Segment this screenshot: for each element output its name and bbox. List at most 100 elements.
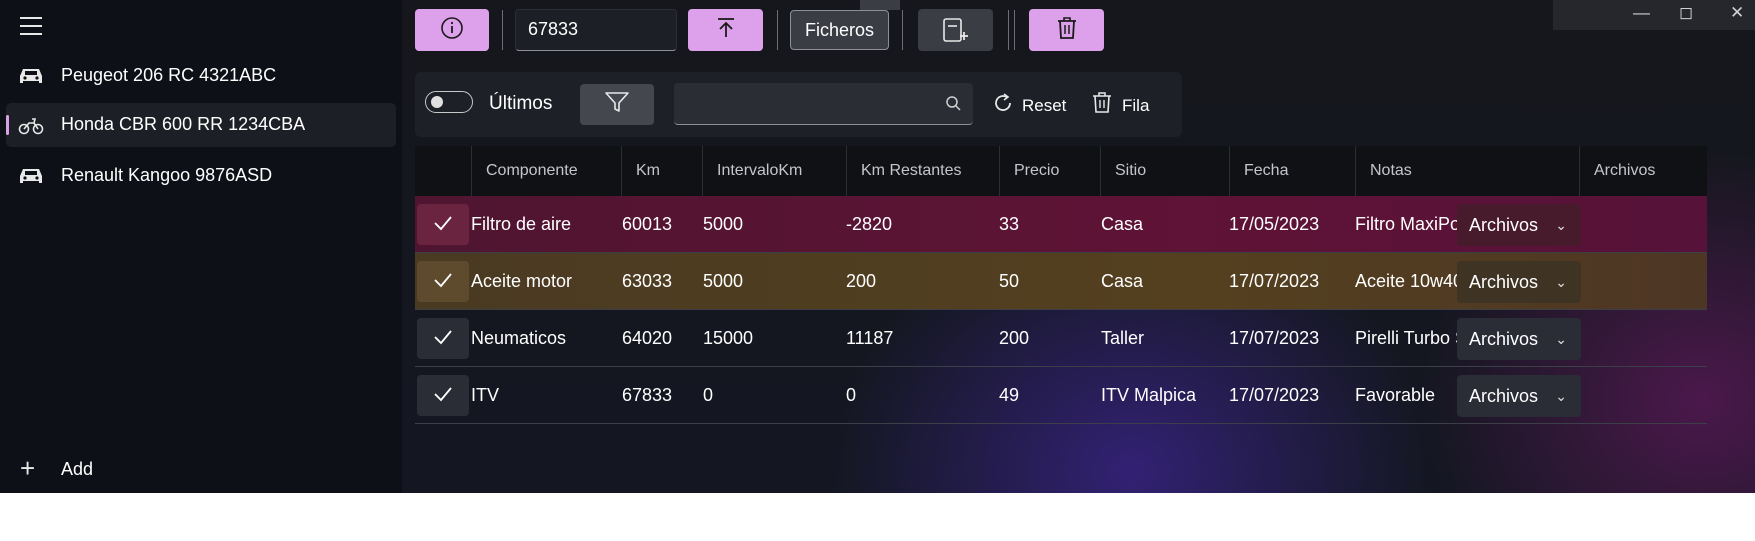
- cell-notas: Favorable: [1355, 385, 1436, 405]
- cell-intervalo: 0: [703, 385, 714, 405]
- table-row[interactable]: Filtro de aire 60013 5000 -2820 33 Casa 17/05/…: [415, 196, 1707, 253]
- cell-componente: Aceite motor: [471, 271, 573, 291]
- info-button[interactable]: [415, 9, 489, 51]
- row-checkbox[interactable]: [417, 204, 469, 245]
- cell-fecha: 17/07/2023: [1229, 328, 1320, 348]
- ultimos-toggle[interactable]: [425, 91, 473, 113]
- upload-icon: [715, 16, 737, 45]
- row-checkbox[interactable]: [417, 318, 469, 359]
- toolbar-separator: [1008, 10, 1009, 50]
- chevron-down-icon: ⌄: [1555, 217, 1567, 233]
- table-row[interactable]: Neumaticos 64020 15000 11187 200 Taller 17/07/…: [415, 310, 1707, 367]
- refresh-icon: [992, 92, 1014, 119]
- cell-intervalo: 5000: [703, 271, 744, 291]
- search-input[interactable]: [674, 83, 973, 125]
- column-header-componente[interactable]: Componente: [471, 146, 578, 196]
- row-checkbox[interactable]: [417, 375, 469, 416]
- archivos-label: Archivos: [1469, 386, 1539, 406]
- close-icon[interactable]: ✕: [1730, 3, 1744, 23]
- archivos-label: Archivos: [1469, 215, 1539, 235]
- cell-precio: 200: [999, 328, 1030, 348]
- toolbar-separator: [1014, 10, 1015, 50]
- motorcycle-icon: [18, 113, 44, 137]
- cell-restantes: 200: [846, 271, 877, 291]
- sidebar-item-label: Peugeot 206 RC 4321ABC: [61, 65, 277, 85]
- column-header-precio[interactable]: Precio: [999, 146, 1059, 196]
- cell-km: 63033: [622, 271, 673, 291]
- cell-restantes: -2820: [846, 214, 893, 234]
- check-icon: [434, 216, 452, 231]
- row-checkbox[interactable]: [417, 261, 469, 302]
- new-document-icon: [942, 17, 970, 48]
- trash-icon: [1056, 16, 1078, 45]
- search-icon[interactable]: [945, 95, 961, 116]
- km-input[interactable]: 67833: [515, 9, 677, 51]
- sidebar-item-label: Renault Kangoo 9876ASD: [61, 165, 273, 185]
- toolbar-separator: [902, 10, 903, 50]
- plus-icon: +: [20, 453, 36, 483]
- toolbar-separator: [777, 10, 778, 50]
- trash-icon: [1092, 92, 1112, 119]
- column-header-notas[interactable]: Notas: [1355, 146, 1412, 196]
- column-header-archivos[interactable]: Archivos: [1579, 146, 1655, 196]
- filter-icon: [604, 90, 630, 119]
- sidebar-item-peugeot[interactable]: Peugeot 206 RC 4321ABC: [6, 54, 396, 98]
- cell-fecha: 17/05/2023: [1229, 214, 1320, 234]
- cell-intervalo: 15000: [703, 328, 754, 348]
- check-icon: [434, 273, 452, 288]
- archivos-dropdown[interactable]: Archivos ⌄: [1457, 261, 1581, 303]
- maximize-icon[interactable]: ◻: [1679, 3, 1693, 23]
- cell-km: 64020: [622, 328, 673, 348]
- chevron-down-icon: ⌄: [1555, 274, 1567, 290]
- column-header-select: [415, 146, 471, 196]
- cell-componente: Neumaticos: [471, 328, 567, 348]
- reset-label: Reset: [1022, 95, 1067, 115]
- column-header-sitio[interactable]: Sitio: [1100, 146, 1146, 196]
- cell-sitio: Taller: [1101, 328, 1145, 348]
- cell-sitio: Casa: [1101, 214, 1144, 234]
- info-icon: [440, 16, 464, 45]
- hamburger-icon[interactable]: [20, 16, 42, 36]
- grid-header: Componente Km IntervaloKm Km Restantes P…: [415, 146, 1707, 196]
- sidebar-item-renault[interactable]: Renault Kangoo 9876ASD: [6, 154, 396, 198]
- chevron-down-icon: ⌄: [1555, 331, 1567, 347]
- cell-precio: 33: [999, 214, 1020, 234]
- maintenance-grid: Componente Km IntervaloKm Km Restantes P…: [415, 146, 1707, 424]
- reset-button[interactable]: Reset: [992, 92, 1066, 119]
- toolbar-separator: [502, 10, 503, 50]
- sidebar-item-honda[interactable]: Honda CBR 600 RR 1234CBA: [6, 103, 396, 147]
- table-row[interactable]: ITV 67833 0 0 49 ITV Malpica 17/07/2023 Favorab…: [415, 367, 1707, 424]
- column-header-intervalo[interactable]: IntervaloKm: [702, 146, 802, 196]
- upload-button[interactable]: [688, 9, 763, 51]
- ficheros-button[interactable]: Ficheros: [790, 10, 889, 50]
- column-header-km[interactable]: Km: [621, 146, 660, 196]
- cell-restantes: 0: [846, 385, 857, 405]
- app-window: Peugeot 206 RC 4321ABC Honda CBR 600 RR …: [0, 0, 1755, 493]
- column-header-restantes[interactable]: Km Restantes: [846, 146, 961, 196]
- filter-button[interactable]: [580, 84, 654, 125]
- check-icon: [434, 330, 452, 345]
- new-record-button[interactable]: [918, 9, 993, 51]
- archivos-dropdown[interactable]: Archivos ⌄: [1457, 375, 1581, 417]
- filter-bar: Últimos Reset Fila: [415, 72, 1182, 137]
- cell-fecha: 17/07/2023: [1229, 271, 1320, 291]
- toggle-label: Últimos: [489, 93, 553, 114]
- add-vehicle-button[interactable]: + Add: [6, 447, 396, 491]
- delete-button[interactable]: [1029, 9, 1104, 51]
- fila-label: Fila: [1122, 95, 1150, 115]
- sidebar: Peugeot 206 RC 4321ABC Honda CBR 600 RR …: [0, 0, 402, 493]
- check-icon: [434, 387, 452, 402]
- cell-precio: 49: [999, 385, 1020, 405]
- cell-sitio: Casa: [1101, 271, 1144, 291]
- sidebar-item-label: Honda CBR 600 RR 1234CBA: [61, 114, 306, 134]
- table-row[interactable]: Aceite motor 63033 5000 200 50 Casa 17/07/2023…: [415, 253, 1707, 310]
- archivos-dropdown[interactable]: Archivos ⌄: [1457, 204, 1581, 246]
- delete-row-button[interactable]: Fila: [1092, 92, 1149, 119]
- cell-sitio: ITV Malpica: [1101, 385, 1197, 405]
- minimize-icon[interactable]: —: [1633, 3, 1650, 23]
- archivos-dropdown[interactable]: Archivos ⌄: [1457, 318, 1581, 360]
- archivos-label: Archivos: [1469, 329, 1539, 349]
- column-header-fecha[interactable]: Fecha: [1229, 146, 1288, 196]
- cell-precio: 50: [999, 271, 1020, 291]
- tooltip-tab: [860, 0, 900, 10]
